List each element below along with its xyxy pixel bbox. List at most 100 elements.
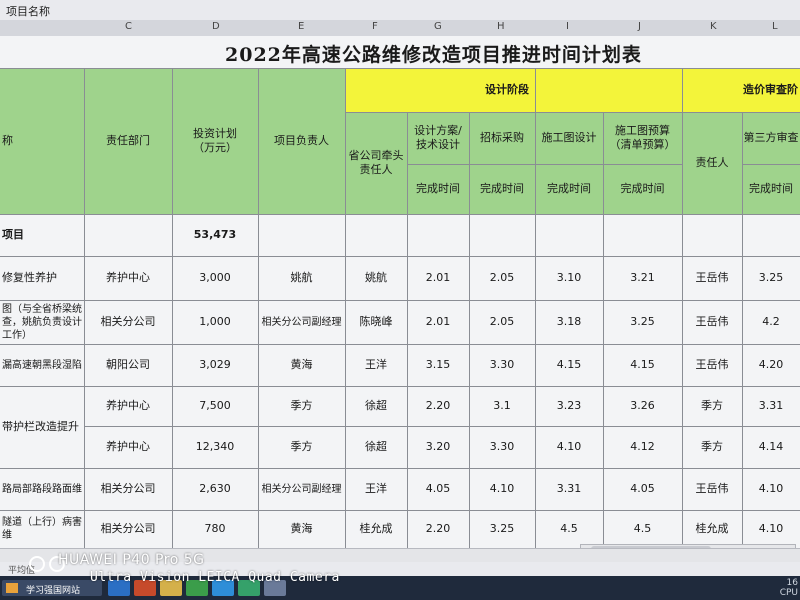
row-name[interactable]: 隧道（上行）病害维 [0, 510, 84, 548]
row-third-party-date[interactable]: 4.10 [742, 510, 800, 548]
row-design-date[interactable]: 4.05 [407, 468, 469, 510]
row-construction-date[interactable]: 3.31 [535, 468, 603, 510]
header-invest[interactable]: 投资计划 （万元） [172, 68, 258, 214]
row-prov[interactable]: 王洋 [345, 468, 407, 510]
row-construction-date[interactable]: 3.10 [535, 256, 603, 300]
row-leader[interactable]: 相关分公司副经理 [258, 468, 345, 510]
column-header-f[interactable]: F [372, 21, 378, 32]
name-box[interactable]: 项目名称 [6, 3, 50, 19]
row-name-merged[interactable]: 带护栏改造提升 [0, 386, 84, 468]
row-leader[interactable]: 季方 [258, 386, 345, 426]
row-invest[interactable]: 7,500 [172, 386, 258, 426]
row-bidding-date[interactable]: 3.30 [469, 426, 535, 468]
row-dept[interactable]: 养护中心 [84, 386, 172, 426]
row-prov[interactable]: 陈晓峰 [345, 300, 407, 344]
header-construction-budget[interactable]: 施工图预算 （清单预算） [603, 112, 682, 164]
header-design-stage[interactable]: 设计阶段 [345, 68, 535, 112]
row-design-date[interactable]: 3.20 [407, 426, 469, 468]
header-bidding[interactable]: 招标采购 [469, 112, 535, 164]
row-leader[interactable]: 姚航 [258, 256, 345, 300]
row-budget-date[interactable]: 3.21 [603, 256, 682, 300]
row-dept[interactable]: 相关分公司 [84, 300, 172, 344]
column-header-h[interactable]: H [497, 21, 505, 32]
row-leader[interactable]: 黄海 [258, 344, 345, 386]
column-header-d[interactable]: D [212, 21, 220, 32]
row-third-party-date[interactable]: 3.25 [742, 256, 800, 300]
header-design-plan[interactable]: 设计方案/ 技术设计 [407, 112, 469, 164]
row-budget-date[interactable]: 3.25 [603, 300, 682, 344]
row-bidding-date[interactable]: 3.30 [469, 344, 535, 386]
row-responsible[interactable]: 王岳伟 [682, 344, 742, 386]
header-finish-time-j[interactable]: 完成时间 [603, 164, 682, 214]
row-name[interactable]: 图（与全省桥梁统 查，姚航负责设计 工作） [0, 300, 84, 344]
row-construction-date[interactable]: 4.5 [535, 510, 603, 548]
row-bidding-date[interactable]: 2.05 [469, 300, 535, 344]
row-leader[interactable]: 黄海 [258, 510, 345, 548]
formula-bar[interactable]: 项目名称 [0, 0, 800, 21]
header-finish-time-l[interactable]: 完成时间 [742, 164, 800, 214]
row-design-date[interactable]: 3.15 [407, 344, 469, 386]
row-prov[interactable]: 徐超 [345, 426, 407, 468]
row-third-party-date[interactable]: 4.20 [742, 344, 800, 386]
row-prov[interactable]: 徐超 [345, 386, 407, 426]
row-third-party-date[interactable]: 4.2 [742, 300, 800, 344]
row-name[interactable]: 漏高速朝黑段湿陷 [0, 344, 84, 386]
row-bidding-date[interactable]: 3.25 [469, 510, 535, 548]
header-cost-stage[interactable]: 造价审查阶 [682, 68, 800, 112]
column-header-j[interactable]: J [638, 21, 641, 32]
total-label[interactable]: 项目 [0, 214, 84, 256]
header-finish-time-g[interactable]: 完成时间 [407, 164, 469, 214]
row-design-date[interactable]: 2.20 [407, 510, 469, 548]
row-budget-date[interactable]: 4.12 [603, 426, 682, 468]
row-bidding-date[interactable]: 3.1 [469, 386, 535, 426]
row-responsible[interactable]: 王岳伟 [682, 256, 742, 300]
row-bidding-date[interactable]: 4.10 [469, 468, 535, 510]
row-invest[interactable]: 2,630 [172, 468, 258, 510]
row-construction-date[interactable]: 3.18 [535, 300, 603, 344]
row-responsible[interactable]: 王岳伟 [682, 300, 742, 344]
row-dept[interactable]: 养护中心 [84, 256, 172, 300]
row-budget-date[interactable]: 4.15 [603, 344, 682, 386]
row-responsible[interactable]: 王岳伟 [682, 468, 742, 510]
column-header-g[interactable]: G [434, 21, 442, 32]
header-prov-lead[interactable]: 省公司牵头 责任人 [345, 112, 407, 214]
row-invest[interactable]: 3,000 [172, 256, 258, 300]
column-header-i[interactable]: I [566, 21, 569, 32]
column-header-e[interactable]: E [298, 21, 304, 32]
row-invest[interactable]: 12,340 [172, 426, 258, 468]
header-responsible[interactable]: 责任人 [682, 112, 742, 214]
row-invest[interactable]: 1,000 [172, 300, 258, 344]
row-name[interactable]: 修复性养护 [0, 256, 84, 300]
row-leader[interactable]: 相关分公司副经理 [258, 300, 345, 344]
header-name[interactable]: 称 [0, 68, 84, 214]
row-budget-date[interactable]: 4.5 [603, 510, 682, 548]
row-bidding-date[interactable]: 2.05 [469, 256, 535, 300]
row-dept[interactable]: 朝阳公司 [84, 344, 172, 386]
row-design-date[interactable]: 2.01 [407, 300, 469, 344]
row-construction-date[interactable]: 4.10 [535, 426, 603, 468]
header-finish-time-i[interactable]: 完成时间 [535, 164, 603, 214]
row-dept[interactable]: 养护中心 [84, 426, 172, 468]
row-design-date[interactable]: 2.01 [407, 256, 469, 300]
header-leader[interactable]: 项目负责人 [258, 68, 345, 214]
row-budget-date[interactable]: 4.05 [603, 468, 682, 510]
row-third-party-date[interactable]: 4.14 [742, 426, 800, 468]
row-leader[interactable]: 季方 [258, 426, 345, 468]
total-invest[interactable]: 53,473 [172, 214, 258, 256]
header-finish-time-h[interactable]: 完成时间 [469, 164, 535, 214]
row-third-party-date[interactable]: 3.31 [742, 386, 800, 426]
column-header-c[interactable]: C [125, 21, 132, 32]
row-construction-date[interactable]: 3.23 [535, 386, 603, 426]
row-responsible[interactable]: 桂允成 [682, 510, 742, 548]
row-responsible[interactable]: 季方 [682, 426, 742, 468]
column-header-l[interactable]: L [772, 21, 778, 32]
row-third-party-date[interactable]: 4.10 [742, 468, 800, 510]
row-design-date[interactable]: 2.20 [407, 386, 469, 426]
row-prov[interactable]: 王洋 [345, 344, 407, 386]
row-prov[interactable]: 姚航 [345, 256, 407, 300]
row-construction-date[interactable]: 4.15 [535, 344, 603, 386]
row-prov[interactable]: 桂允成 [345, 510, 407, 548]
column-header-k[interactable]: K [710, 21, 717, 32]
row-invest[interactable]: 780 [172, 510, 258, 548]
header-construction-design[interactable]: 施工图设计 [535, 112, 603, 164]
